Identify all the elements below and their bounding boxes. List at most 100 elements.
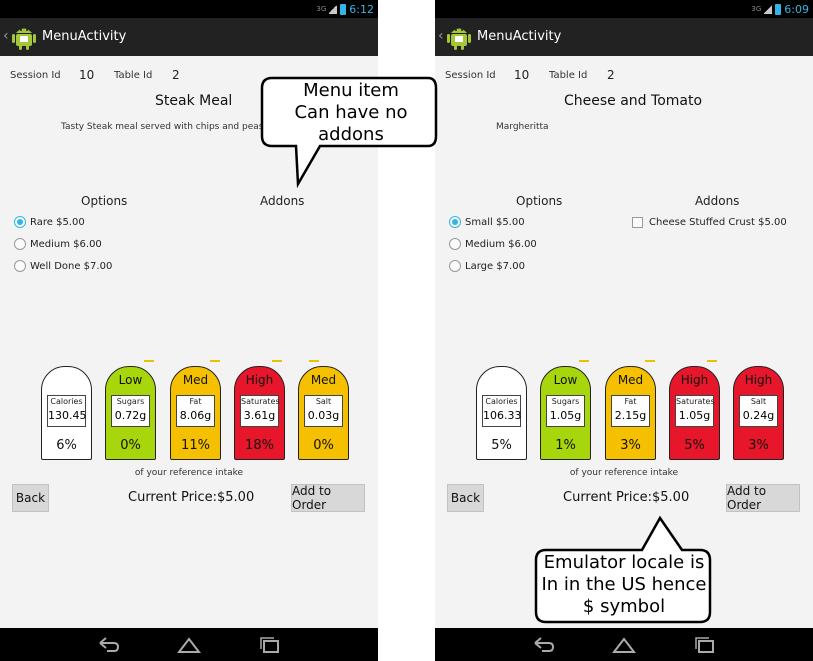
- status-bar: 3G 6:09: [435, 0, 813, 18]
- home-nav-icon[interactable]: [612, 636, 636, 654]
- option-label: Medium $6.00: [465, 238, 537, 250]
- android-logo-icon[interactable]: [446, 23, 472, 51]
- nutrition-level: High: [744, 373, 773, 387]
- up-caret-icon[interactable]: ‹: [3, 28, 11, 44]
- callout-text-addons: Menu item Can have no addons: [264, 80, 438, 146]
- recent-apps-nav-icon[interactable]: [693, 636, 717, 654]
- signal-icon: [764, 4, 773, 14]
- status-time: 6:09: [784, 2, 809, 16]
- add-to-order-button[interactable]: Add to Order: [726, 484, 800, 512]
- nutrient-percent: 3%: [748, 438, 769, 453]
- option-label: Large $7.00: [465, 260, 525, 272]
- recent-apps-nav-icon[interactable]: [258, 636, 282, 654]
- option-radio-medium[interactable]: Medium $6.00: [449, 237, 537, 251]
- nutrient-amount: 1.05g: [549, 409, 582, 422]
- traffic-light-marker: [579, 360, 589, 362]
- nutrient-amount: 2.15g: [614, 409, 647, 422]
- nutrition-value-box: Salt 0.24g: [739, 395, 778, 427]
- callout-line: Emulator locale is: [543, 552, 705, 573]
- nutrient-name: Sugars: [551, 397, 580, 406]
- nutrient-name: Salt: [315, 397, 332, 406]
- addon-checkbox-cheese-crust[interactable]: Cheese Stuffed Crust $5.00: [632, 215, 787, 229]
- nutrient-name: Sugars: [116, 397, 145, 406]
- nutrient-amount: 130.45: [48, 409, 87, 422]
- addon-label: Cheese Stuffed Crust $5.00: [649, 216, 787, 228]
- radio-selected-icon[interactable]: [449, 216, 461, 228]
- traffic-light-marker: [309, 360, 319, 362]
- nutrient-amount: 3.61g: [243, 409, 276, 422]
- traffic-light-marker: [210, 360, 220, 362]
- current-price-value: $5.00: [217, 490, 255, 505]
- option-label: Small $5.00: [465, 216, 525, 228]
- nutrition-level: Med: [310, 373, 337, 387]
- traffic-light-marker: [707, 360, 717, 362]
- reference-intake-caption: of your reference intake: [134, 468, 244, 478]
- radio-unselected-icon[interactable]: [14, 260, 26, 272]
- activity-title: MenuActivity: [477, 29, 562, 44]
- traffic-light-marker: [144, 360, 154, 362]
- options-heading: Options: [81, 194, 128, 208]
- nutrient-amount: 106.33: [483, 409, 522, 422]
- callout-line: $ symbol: [582, 596, 666, 617]
- status-time: 6:12: [349, 2, 374, 16]
- nutrition-label-calories: Calories 130.45 6%: [41, 366, 92, 460]
- meal-title: Cheese and Tomato: [564, 93, 703, 109]
- radio-unselected-icon[interactable]: [449, 260, 461, 272]
- nutrition-value-box: Sugars 1.05g: [546, 395, 585, 427]
- nutrition-level: Low: [118, 373, 143, 387]
- nutrient-name: Calories: [485, 397, 518, 406]
- nutrient-percent: 3%: [620, 438, 641, 453]
- table-id-label: Table Id: [549, 70, 588, 81]
- navigation-bar: [0, 628, 378, 661]
- current-price-label: Current Price:: [563, 490, 653, 505]
- up-caret-icon[interactable]: ‹: [438, 28, 446, 44]
- radio-unselected-icon[interactable]: [449, 238, 461, 250]
- nutrient-amount: 1.05g: [678, 409, 711, 422]
- battery-icon: [775, 3, 782, 15]
- nutrient-amount: 0.03g: [307, 409, 340, 422]
- radio-unselected-icon[interactable]: [14, 238, 26, 250]
- option-label: Medium $6.00: [30, 238, 102, 250]
- callout-text-locale: Emulator locale is In in the US hence $ …: [536, 552, 712, 618]
- nutrient-name: Saturates: [241, 397, 280, 406]
- android-logo-icon[interactable]: [11, 23, 37, 51]
- session-id-value: 10: [514, 68, 530, 82]
- option-radio-rare[interactable]: Rare $5.00: [14, 215, 85, 229]
- session-id-label: Session Id: [10, 70, 61, 81]
- addons-heading: Addons: [260, 194, 305, 208]
- battery-icon: [340, 3, 347, 15]
- nutrition-label-saturates: High Saturates 3.61g 18%: [234, 366, 285, 460]
- nutrition-value-box: Sugars 0.72g: [111, 395, 150, 427]
- addons-heading: Addons: [695, 194, 740, 208]
- back-nav-icon[interactable]: [532, 636, 556, 654]
- nutrition-label-salt: Med Salt 0.03g 0%: [298, 366, 349, 460]
- network-type-label: 3G: [751, 4, 762, 13]
- back-button[interactable]: Back: [12, 484, 49, 512]
- back-button[interactable]: Back: [447, 484, 484, 512]
- nutrient-name: Calories: [50, 397, 83, 406]
- add-to-order-button[interactable]: Add to Order: [291, 484, 365, 512]
- nutrition-label-saturates: High Saturates 1.05g 5%: [669, 366, 720, 460]
- radio-selected-icon[interactable]: [14, 216, 26, 228]
- callout-line: Can have no: [294, 102, 408, 123]
- current-price-label: Current Price:: [128, 490, 218, 505]
- nutrition-label-sugars: Low Sugars 0.72g 0%: [105, 366, 156, 460]
- option-radio-well-done[interactable]: Well Done $7.00: [14, 259, 112, 273]
- callout-line: addons: [318, 124, 384, 145]
- option-radio-medium[interactable]: Medium $6.00: [14, 237, 102, 251]
- home-nav-icon[interactable]: [177, 636, 201, 654]
- nutrition-label-fat: Med Fat 2.15g 3%: [605, 366, 656, 460]
- nutrient-percent: 18%: [245, 438, 274, 453]
- meal-description: Margheritta: [496, 122, 549, 132]
- checkbox-unchecked-icon[interactable]: [632, 216, 643, 228]
- nutrition-value-box: Saturates 3.61g: [240, 395, 280, 427]
- table-id-value: 2: [172, 68, 180, 82]
- back-nav-icon[interactable]: [97, 636, 121, 654]
- nutrition-label-calories: Calories 106.33 5%: [476, 366, 527, 460]
- option-radio-small[interactable]: Small $5.00: [449, 215, 525, 229]
- option-radio-large[interactable]: Large $7.00: [449, 259, 525, 273]
- nutrient-percent: 0%: [313, 438, 334, 453]
- table-id-label: Table Id: [114, 70, 153, 81]
- session-id-label: Session Id: [445, 70, 496, 81]
- reference-intake-caption: of your reference intake: [569, 468, 679, 478]
